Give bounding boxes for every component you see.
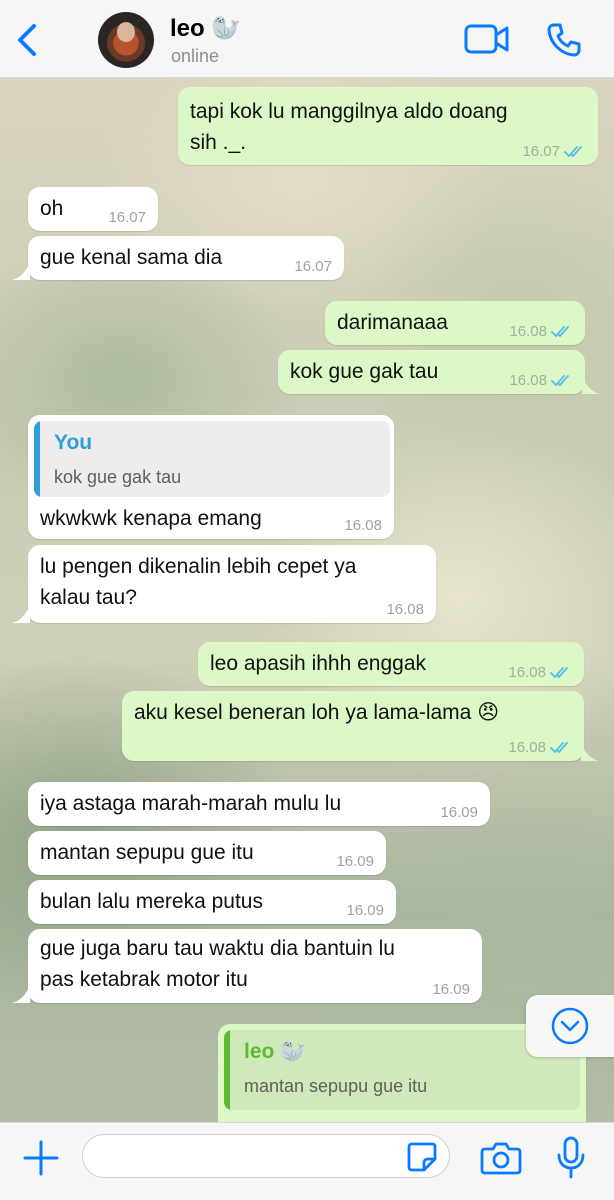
scroll-to-bottom-button[interactable] bbox=[526, 995, 614, 1057]
message-text: wkwkwk kenapa emang bbox=[40, 507, 262, 530]
message-time: 16.09 bbox=[440, 804, 478, 821]
plus-icon bbox=[23, 1140, 59, 1176]
microphone-icon bbox=[557, 1136, 585, 1179]
camera-icon bbox=[480, 1142, 522, 1175]
contact-status: online bbox=[171, 46, 220, 66]
message-bubble-incoming[interactable]: oh 16.07 bbox=[28, 187, 158, 231]
message-text: kok gue gak tau bbox=[290, 360, 439, 383]
read-ticks-icon bbox=[550, 666, 568, 678]
bubble-tail bbox=[12, 262, 30, 280]
phone-icon bbox=[547, 23, 581, 57]
message-time: 16.07 bbox=[108, 209, 146, 226]
message-text: bulan lalu mereka putus bbox=[40, 890, 263, 913]
message-bubble-incoming[interactable]: gue kenal sama dia 16.07 bbox=[28, 236, 344, 280]
message-text: leo apasih ihhh enggak bbox=[210, 652, 427, 675]
message-time: 16.07 bbox=[294, 258, 332, 275]
bubble-tail bbox=[581, 743, 599, 761]
message-meta: 16.07 bbox=[522, 143, 586, 160]
quote-author: leo 🦭 bbox=[244, 1040, 307, 1063]
quote-bar bbox=[224, 1030, 230, 1110]
message-time: 16.08 bbox=[509, 323, 547, 340]
message-text: darimanaaa bbox=[337, 311, 448, 334]
sticker-button[interactable] bbox=[406, 1141, 438, 1173]
message-time: 16.08 bbox=[344, 517, 382, 534]
video-call-button[interactable] bbox=[464, 22, 510, 56]
message-meta: 16.08 bbox=[509, 372, 573, 389]
message-time: 16.08 bbox=[508, 739, 546, 756]
message-bubble-outgoing[interactable]: leo apasih ihhh enggak 16.08 bbox=[198, 642, 584, 686]
voice-message-button[interactable] bbox=[556, 1135, 586, 1181]
bubble-tail bbox=[12, 985, 30, 1003]
bubble-tail bbox=[12, 605, 30, 623]
message-bubble-outgoing[interactable]: darimanaaa 16.08 bbox=[325, 301, 585, 345]
message-bubble-incoming[interactable]: iya astaga marah-marah mulu lu 16.09 bbox=[28, 782, 490, 826]
message-text: aku kesel beneran loh ya lama-lama 😠 bbox=[134, 701, 500, 724]
read-ticks-icon bbox=[551, 325, 569, 337]
message-time: 16.08 bbox=[509, 372, 547, 389]
read-ticks-icon bbox=[551, 374, 569, 386]
chevron-down-circle-icon bbox=[551, 1007, 589, 1045]
message-text: mantan sepupu gue itu bbox=[40, 841, 254, 864]
video-camera-icon bbox=[464, 24, 509, 54]
message-bubble-outgoing[interactable]: kok gue gak tau 16.08 bbox=[278, 350, 585, 394]
message-bubble-incoming[interactable]: You kok gue gak tau wkwkwk kenapa emang … bbox=[28, 415, 394, 539]
message-time: 16.07 bbox=[522, 143, 560, 160]
chat-header: leo 🦭 online bbox=[0, 0, 614, 78]
contact-avatar[interactable] bbox=[98, 12, 154, 68]
message-bubble-incoming[interactable]: mantan sepupu gue itu 16.09 bbox=[28, 831, 386, 875]
message-bubble-incoming[interactable]: bulan lalu mereka putus 16.09 bbox=[28, 880, 396, 924]
avatar-face bbox=[117, 22, 135, 42]
message-text: lu pengen dikenalin lebih cepet ya kalau… bbox=[40, 555, 357, 609]
bubble-tail bbox=[582, 376, 600, 394]
message-text: gue juga baru tau waktu dia bantuin lu p… bbox=[40, 937, 395, 991]
message-bubble-incoming[interactable]: lu pengen dikenalin lebih cepet ya kalau… bbox=[28, 545, 436, 623]
message-bubble-outgoing[interactable]: aku kesel beneran loh ya lama-lama 😠 16.… bbox=[122, 691, 584, 761]
message-text: tapi kok lu manggilnya aldo doang sih ._… bbox=[190, 100, 508, 154]
quote-bar bbox=[34, 421, 40, 497]
quote-text: mantan sepupu gue itu bbox=[244, 1076, 428, 1096]
camera-button[interactable] bbox=[480, 1139, 522, 1177]
message-composer bbox=[0, 1122, 614, 1200]
sticker-icon bbox=[407, 1142, 437, 1172]
message-bubble-outgoing[interactable]: tapi kok lu manggilnya aldo doang sih ._… bbox=[178, 87, 598, 165]
quote-author: You bbox=[54, 431, 93, 454]
quote-text: kok gue gak tau bbox=[54, 467, 182, 487]
message-time: 16.09 bbox=[432, 981, 470, 998]
attach-button[interactable] bbox=[22, 1139, 60, 1177]
voice-call-button[interactable] bbox=[546, 22, 582, 58]
chevron-left-icon bbox=[18, 24, 36, 56]
message-time: 16.09 bbox=[336, 853, 374, 870]
message-meta: 16.08 bbox=[508, 739, 572, 756]
message-meta: 16.08 bbox=[509, 323, 573, 340]
message-text: gue kenal sama dia bbox=[40, 246, 223, 269]
message-bubble-incoming[interactable]: gue juga baru tau waktu dia bantuin lu p… bbox=[28, 929, 482, 1003]
read-ticks-icon bbox=[564, 145, 582, 157]
contact-name[interactable]: leo 🦭 bbox=[170, 14, 241, 43]
message-text: iya astaga marah-marah mulu lu bbox=[40, 792, 342, 815]
back-button[interactable] bbox=[12, 20, 42, 60]
message-time: 16.08 bbox=[508, 664, 546, 681]
message-time: 16.09 bbox=[346, 902, 384, 919]
quoted-message[interactable]: You kok gue gak tau bbox=[34, 421, 390, 497]
message-time: 16.08 bbox=[386, 601, 424, 618]
message-input[interactable] bbox=[82, 1134, 450, 1178]
message-meta: 16.08 bbox=[508, 664, 572, 681]
read-ticks-icon bbox=[550, 741, 568, 753]
message-text: oh bbox=[40, 197, 64, 220]
